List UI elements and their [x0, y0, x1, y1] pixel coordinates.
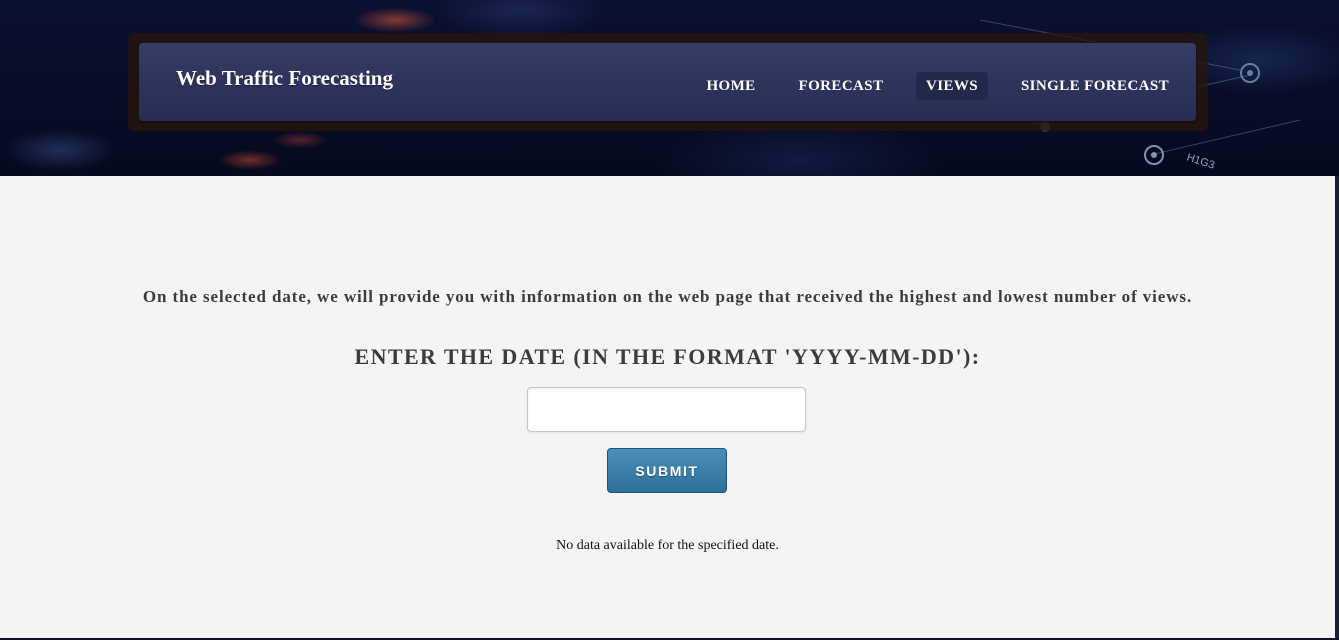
nav-forecast[interactable]: FORECAST: [792, 72, 890, 100]
nav-views[interactable]: VIEWS: [916, 72, 988, 100]
page-edge-strip: [1335, 176, 1339, 640]
brand-title[interactable]: Web Traffic Forecasting: [176, 66, 393, 91]
main-content: On the selected date, we will provide yo…: [0, 176, 1335, 638]
nav-home[interactable]: HOME: [699, 72, 763, 100]
result-message: No data available for the specified date…: [556, 538, 779, 553]
date-input[interactable]: [527, 387, 806, 432]
submit-button[interactable]: SUBMIT: [607, 448, 727, 493]
date-prompt-label: ENTER THE DATE (IN THE FORMAT 'YYYY-MM-D…: [354, 344, 981, 369]
nav-single-forecast[interactable]: SINGLE FORECAST: [1012, 72, 1178, 100]
background-label: H1G3: [1185, 151, 1216, 171]
intro-text: On the selected date, we will provide yo…: [142, 287, 1193, 306]
